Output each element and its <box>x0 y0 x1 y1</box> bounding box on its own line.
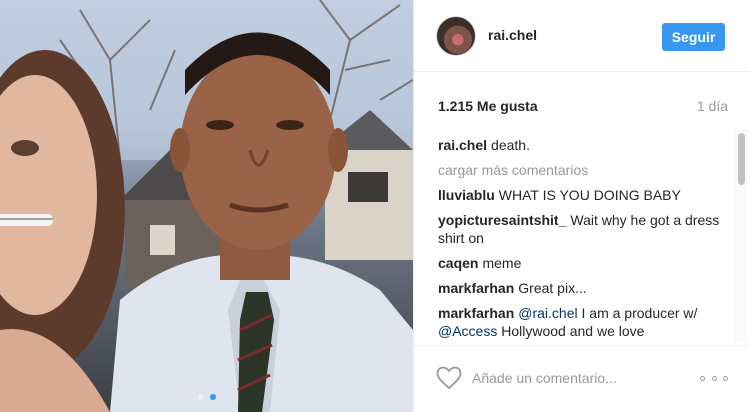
post-photo[interactable] <box>0 0 413 412</box>
post-time[interactable]: 1 día <box>697 98 728 114</box>
caption-username[interactable]: rai.chel <box>438 137 487 153</box>
load-more-comments-link[interactable]: cargar más comentarios <box>438 161 728 179</box>
comment-item: markfarhan @rai.chel I am a producer w/ @… <box>438 304 728 340</box>
mention-link[interactable]: @Access <box>438 323 497 339</box>
more-options-dot <box>700 375 705 381</box>
instagram-post: rai.chel Seguir 1.215 Me gusta 1 día rai… <box>0 0 750 412</box>
caption: rai.chel death. <box>438 136 728 154</box>
comment-text: meme <box>482 255 522 271</box>
comment-text: I am a producer w/ <box>577 305 698 321</box>
post-username[interactable]: rai.chel <box>488 27 537 43</box>
more-options-dot <box>711 375 717 381</box>
comment-username[interactable]: yopicturesaintshit_ <box>438 212 566 228</box>
add-comment-input[interactable] <box>472 364 672 392</box>
comments-list: rai.chel death. cargar más comentarios ll… <box>438 136 728 341</box>
likes-row: 1.215 Me gusta 1 día <box>438 98 728 116</box>
comment-item: caqen meme <box>438 254 728 272</box>
post-footer <box>414 345 750 412</box>
more-options-icon[interactable] <box>700 368 728 388</box>
likes-count[interactable]: 1.215 Me gusta <box>438 98 538 114</box>
more-options-dot <box>723 375 728 381</box>
comments-scrollbar[interactable] <box>735 130 747 342</box>
caption-text: death. <box>491 137 530 153</box>
comment-item: markfarhan Great pix... <box>438 279 728 297</box>
comment-username[interactable]: caqen <box>438 255 478 271</box>
follow-button[interactable]: Seguir <box>662 23 725 51</box>
carousel-dot[interactable] <box>197 394 204 400</box>
avatar[interactable] <box>436 16 476 56</box>
comment-item: lluviablu WHAT IS YOU DOING BABY <box>438 186 728 204</box>
comment-username[interactable]: lluviablu <box>438 187 495 203</box>
mention-link[interactable]: @rai.chel <box>518 305 577 321</box>
comment-item: yopicturesaintshit_ Wait why he got a dre… <box>438 211 728 247</box>
comment-username[interactable]: markfarhan <box>438 280 514 296</box>
carousel-dots <box>0 394 413 400</box>
heart-icon[interactable] <box>436 366 462 390</box>
comment-text-end: Hollywood and we love <box>497 323 645 339</box>
comment-text: Great pix... <box>518 280 587 296</box>
carousel-dot-active[interactable] <box>209 394 216 400</box>
post-details-panel: rai.chel Seguir 1.215 Me gusta 1 día rai… <box>413 0 750 412</box>
photo-illustration <box>0 0 413 412</box>
comment-username[interactable]: markfarhan <box>438 305 514 321</box>
post-header: rai.chel Seguir <box>414 0 750 72</box>
scrollbar-thumb[interactable] <box>738 133 745 185</box>
comment-text: WHAT IS YOU DOING BABY <box>498 187 681 203</box>
